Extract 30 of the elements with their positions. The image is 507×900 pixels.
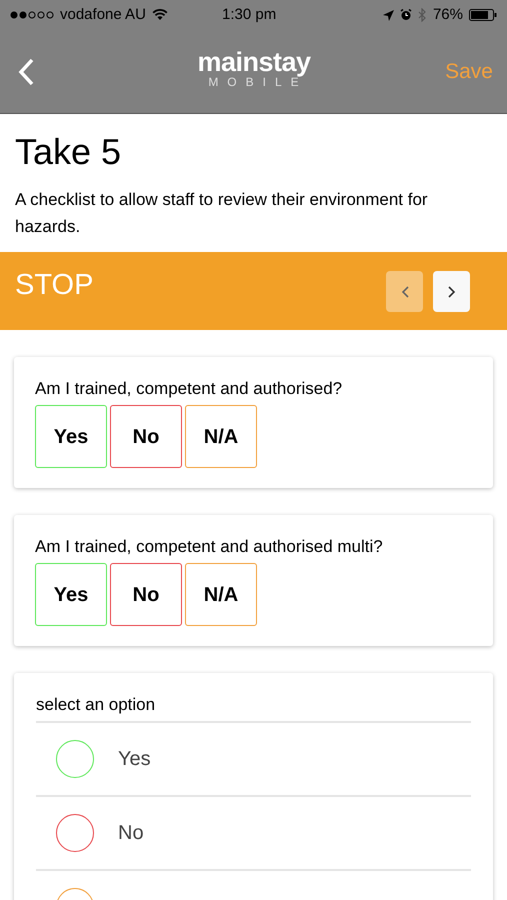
question-label: Am I trained, competent and authorised multi? — [35, 536, 384, 558]
page-title: Take 5 — [15, 132, 122, 172]
next-button[interactable] — [433, 271, 470, 312]
option-label: Yes — [118, 747, 151, 772]
answer-button[interactable]: N/A — [185, 563, 257, 626]
option-label: No — [118, 821, 144, 846]
section-title: STOP — [15, 268, 94, 302]
answer-button[interactable]: No — [110, 563, 182, 626]
answer-button[interactable]: N/A — [185, 405, 257, 468]
right-chevron-icon — [448, 286, 456, 298]
question-label: Am I trained, competent and authorised? — [35, 378, 344, 400]
radio-button[interactable] — [56, 740, 94, 778]
logo-subtitle: MOBILE — [208, 76, 308, 88]
answer-button[interactable]: No — [110, 405, 182, 468]
location-arrow-icon — [382, 10, 394, 20]
logo-wordmark: mainstay — [197, 48, 311, 76]
wifi-icon — [152, 9, 168, 21]
page-description: A checklist to allow staff to review their environment for hazards. — [15, 189, 429, 238]
left-chevron-icon — [400, 286, 408, 298]
radio-button[interactable] — [56, 814, 94, 852]
answer-button[interactable]: Yes — [35, 405, 107, 468]
back-chevron-icon — [18, 58, 34, 86]
battery-icon — [469, 9, 497, 21]
carrier-name: vodafone AU — [60, 4, 146, 25]
answer-button[interactable]: Yes — [35, 563, 107, 626]
bluetooth-icon — [418, 8, 427, 22]
status-time: 1:30 pm — [222, 4, 276, 25]
question-label: select an option — [36, 693, 471, 723]
battery-percent: 76% — [432, 4, 463, 25]
alarm-clock-icon — [400, 9, 412, 21]
